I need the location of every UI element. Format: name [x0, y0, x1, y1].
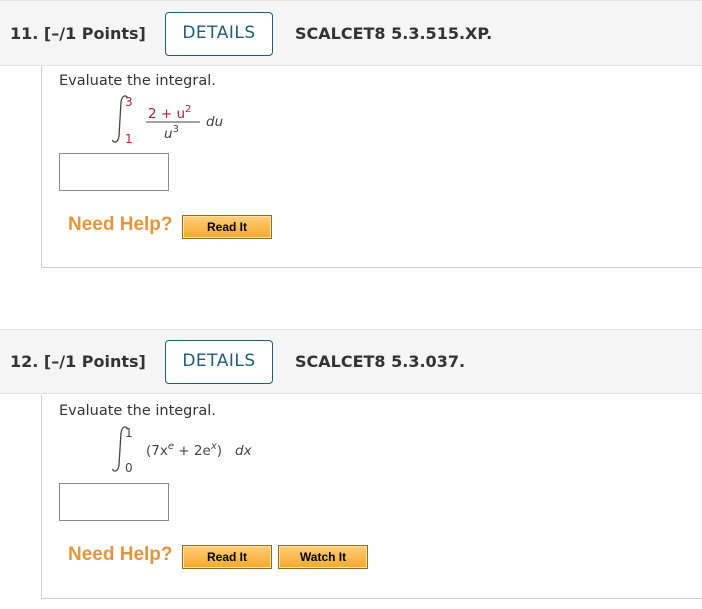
question-code: SCALCET8 5.3.515.XP.: [295, 24, 493, 43]
question-number: 12. [–/1 Points]: [10, 352, 146, 371]
watch-it-button[interactable]: Watch It: [278, 545, 368, 569]
read-it-button[interactable]: Read It: [182, 545, 272, 569]
differential: du: [206, 114, 223, 130]
integrand: (7xe + 2ex): [146, 441, 222, 459]
details-button[interactable]: DETAILS: [165, 340, 273, 384]
upper-limit: 1: [125, 426, 133, 440]
question-12-header: 12. [–/1 Points] DETAILS SCALCET8 5.3.03…: [0, 329, 702, 394]
need-help-label: Need Help?: [68, 544, 173, 565]
differential: dx: [235, 443, 253, 459]
denominator: u3: [164, 124, 179, 142]
question-number: 11. [–/1 Points]: [10, 24, 146, 43]
question-11-body: Evaluate the integral. 3 1 2 + u2 u3 du …: [41, 66, 702, 268]
integral-expression: 3 1 2 + u2 u3 du: [112, 95, 223, 146]
question-prompt: Evaluate the integral.: [59, 403, 216, 419]
upper-limit: 3: [125, 95, 133, 109]
integral-expression: 1 0 (7xe + 2ex) dx: [112, 426, 253, 475]
question-11-header: 11. [–/1 Points] DETAILS SCALCET8 5.3.51…: [0, 0, 702, 66]
need-help-label: Need Help?: [68, 214, 173, 235]
question-prompt: Evaluate the integral.: [59, 73, 216, 89]
question-code: SCALCET8 5.3.037.: [295, 352, 466, 371]
answer-input[interactable]: [59, 483, 169, 521]
lower-limit: 0: [125, 461, 133, 475]
question-12-body: Evaluate the integral. 1 0 (7xe + 2ex) d…: [41, 395, 702, 599]
answer-input[interactable]: [59, 153, 169, 191]
lower-limit: 1: [125, 132, 133, 146]
read-it-button[interactable]: Read It: [182, 215, 272, 239]
details-button[interactable]: DETAILS: [165, 12, 273, 56]
numerator: 2 + u2: [148, 104, 191, 122]
